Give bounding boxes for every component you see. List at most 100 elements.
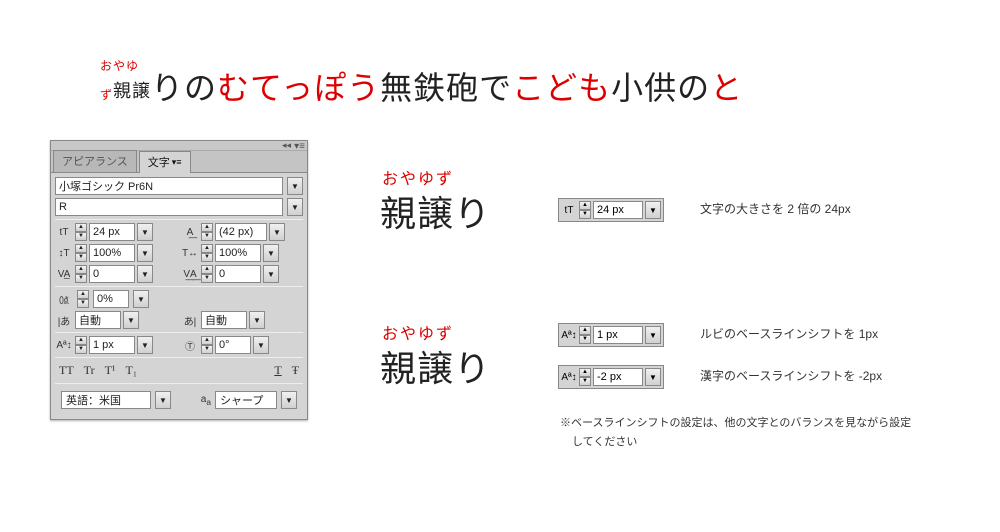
char-rotation-dropdown[interactable]: ▼ <box>253 336 269 354</box>
baseline-shift-field[interactable]: 1 px <box>89 336 135 354</box>
text-muteppou-kanji: 無鉄砲で <box>380 70 512 106</box>
baseline-control-1: Aª↕ ▲▼ 1 px ▼ <box>558 323 664 347</box>
tracking-dropdown[interactable]: ▼ <box>263 265 279 283</box>
underline-toggle[interactable]: T <box>274 363 281 378</box>
font-family-dropdown[interactable]: ▼ <box>287 177 303 195</box>
text-kodomo-kanji: 小供の <box>611 70 710 106</box>
footnote: ※ベースラインシフトの設定は、他の文字とのバランスを見ながら設定 してください <box>560 414 911 451</box>
size-control-dropdown[interactable]: ▼ <box>645 201 661 219</box>
baseline1-dropdown[interactable]: ▼ <box>645 326 661 344</box>
tracking-icon: V͟A͟ <box>181 265 199 283</box>
ruby-oyayuzu: おやゆ ず親譲 <box>100 60 151 107</box>
vscale-dropdown[interactable]: ▼ <box>137 244 153 262</box>
baseline-shift-icon: Aª↕ <box>561 330 577 341</box>
char-rotation-icon: Ⓣ <box>181 336 199 354</box>
font-style-dropdown[interactable]: ▼ <box>287 198 303 216</box>
tsume-stepper[interactable]: ▲▼ <box>77 290 89 308</box>
ex2-base: 親譲り <box>380 340 491 392</box>
font-size-dropdown[interactable]: ▼ <box>137 223 153 241</box>
hscale-icon: T↔ <box>181 244 199 262</box>
superscript-toggle[interactable]: T¹ <box>105 363 116 378</box>
tsume-field[interactable]: 0% <box>93 290 129 308</box>
char-rotation-field[interactable]: 0° <box>215 336 251 354</box>
baseline1-field[interactable]: 1 px <box>593 326 643 344</box>
size-control: tT ▲▼ 24 px ▼ <box>558 198 664 222</box>
aki-left-dropdown[interactable]: ▼ <box>123 311 139 329</box>
font-size-field[interactable]: 24 px <box>89 223 135 241</box>
tsume-icon: ㍘ <box>55 290 73 308</box>
baseline2-field[interactable]: -2 px <box>593 368 643 386</box>
note-baseline-1: ルビのベースラインシフトを 1px <box>700 325 878 342</box>
ruby-base-row: ず親譲 <box>100 70 151 106</box>
ex1-base: 親譲り <box>380 185 491 237</box>
kerning-dropdown[interactable]: ▼ <box>137 265 153 283</box>
baseline2-stepper[interactable]: ▲▼ <box>579 368 591 386</box>
hscale-dropdown[interactable]: ▼ <box>263 244 279 262</box>
note-size: 文字の大きさを 2 倍の 24px <box>700 200 851 217</box>
font-size-stepper[interactable]: ▲▼ <box>75 223 87 241</box>
char-rotation-stepper[interactable]: ▲▼ <box>201 336 213 354</box>
antialias-field[interactable]: シャープ <box>215 391 277 409</box>
size-control-stepper[interactable]: ▲▼ <box>579 201 591 219</box>
sample-text: おやゆ ず親譲 りのむてっぽう無鉄砲でこども小供のと <box>100 60 1000 109</box>
aki-right-dropdown[interactable]: ▼ <box>249 311 265 329</box>
character-panel: ◂◂ ▾≡ アピアランス 文字▾≡ 小塚ゴシック Pr6N ▼ R ▼ tT ▲… <box>50 140 308 420</box>
example-2: おやゆず 親譲り <box>380 320 491 392</box>
ruby-base-text: 親譲 <box>113 81 151 101</box>
text-rino: りの <box>151 70 217 106</box>
tracking-stepper[interactable]: ▲▼ <box>201 265 213 283</box>
hscale-field[interactable]: 100% <box>215 244 261 262</box>
font-style-field[interactable]: R <box>55 198 283 216</box>
vscale-stepper[interactable]: ▲▼ <box>75 244 87 262</box>
font-size-icon: tT <box>561 205 577 216</box>
vscale-field[interactable]: 100% <box>89 244 135 262</box>
tsume-dropdown[interactable]: ▼ <box>133 290 149 308</box>
aki-right-icon: あ| <box>181 311 199 329</box>
aki-left-field[interactable]: 自動 <box>75 311 121 329</box>
collapse-icon[interactable]: ◂◂ <box>282 140 291 151</box>
language-dropdown[interactable]: ▼ <box>155 391 171 409</box>
font-family-field[interactable]: 小塚ゴシック Pr6N <box>55 177 283 195</box>
baseline-shift-icon: Aª↕ <box>55 336 73 354</box>
allcaps-toggle[interactable]: TT <box>59 363 74 378</box>
baseline-control-2: Aª↕ ▲▼ -2 px ▼ <box>558 365 664 389</box>
baseline2-dropdown[interactable]: ▼ <box>645 368 661 386</box>
antialias-dropdown[interactable]: ▼ <box>281 391 297 409</box>
hscale-stepper[interactable]: ▲▼ <box>201 244 213 262</box>
tab-character[interactable]: 文字▾≡ <box>139 151 191 173</box>
text-muteppou: むてっぽう <box>217 70 380 106</box>
strikethrough-toggle[interactable]: Ŧ <box>292 363 299 378</box>
note-baseline-2: 漢字のベースラインシフトを -2px <box>700 367 882 384</box>
typography-toggles: TT Tr T¹ T₁ T Ŧ <box>55 361 303 380</box>
text-to: と <box>710 70 743 106</box>
kerning-field[interactable]: 0 <box>89 265 135 283</box>
aki-right-field[interactable]: 自動 <box>201 311 247 329</box>
size-control-field[interactable]: 24 px <box>593 201 643 219</box>
font-size-icon: tT <box>55 223 73 241</box>
antialias-label: aa <box>201 394 211 407</box>
baseline-shift-dropdown[interactable]: ▼ <box>137 336 153 354</box>
leading-stepper[interactable]: ▲▼ <box>201 223 213 241</box>
vscale-icon: ↕T <box>55 244 73 262</box>
footnote-line-1: ※ベースラインシフトの設定は、他の文字とのバランスを見ながら設定 <box>560 414 911 433</box>
panel-tabs: アピアランス 文字▾≡ <box>51 151 307 173</box>
kerning-icon: VA̲ <box>55 265 73 283</box>
tab-options-icon: ▾≡ <box>172 157 182 167</box>
subscript-toggle[interactable]: T₁ <box>126 363 138 378</box>
panel-body: 小塚ゴシック Pr6N ▼ R ▼ tT ▲▼ 24 px ▼ A͟ ▲▼ (4… <box>51 173 307 419</box>
leading-dropdown[interactable]: ▼ <box>269 223 285 241</box>
baseline1-stepper[interactable]: ▲▼ <box>579 326 591 344</box>
text-kodomo: こども <box>512 70 611 106</box>
footnote-line-2: してください <box>572 433 911 452</box>
aki-left-icon: |あ <box>55 311 73 329</box>
baseline-shift-stepper[interactable]: ▲▼ <box>75 336 87 354</box>
leading-icon: A͟ <box>181 223 199 241</box>
example-1: おやゆず 親譲り <box>380 165 491 237</box>
smallcaps-toggle[interactable]: Tr <box>84 363 95 378</box>
tab-appearance[interactable]: アピアランス <box>53 150 137 172</box>
tracking-field[interactable]: 0 <box>215 265 261 283</box>
leading-field[interactable]: (42 px) <box>215 223 267 241</box>
kerning-stepper[interactable]: ▲▼ <box>75 265 87 283</box>
language-field[interactable]: 英語：米国 <box>61 391 151 409</box>
baseline-shift-icon: Aª↕ <box>561 372 577 383</box>
